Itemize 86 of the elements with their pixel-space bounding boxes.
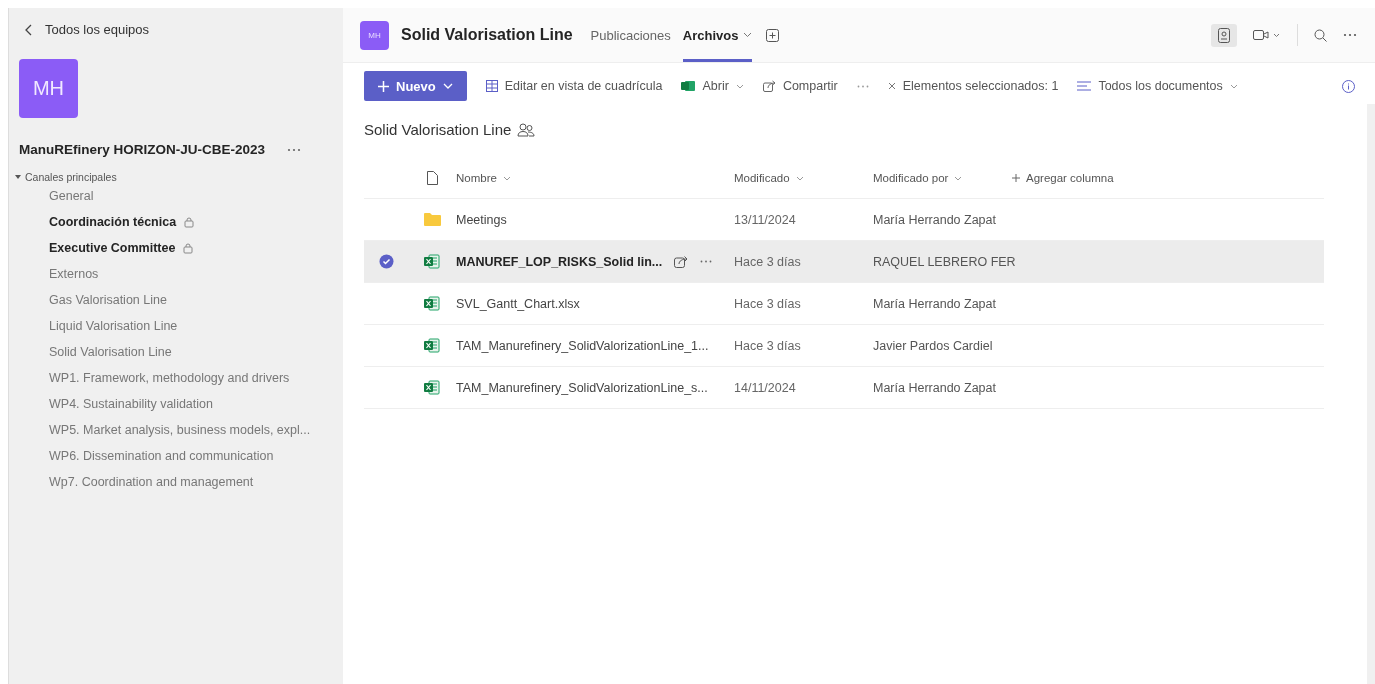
- tab[interactable]: Archivos: [682, 8, 753, 62]
- channel-item[interactable]: Gas Valorisation Line: [49, 287, 167, 313]
- modified-by: Javier Pardos Cardiel: [873, 338, 993, 353]
- file-name[interactable]: SVL_Gantt_Chart.xlsx: [456, 296, 580, 311]
- plus-icon: [378, 80, 389, 92]
- share-button[interactable]: Compartir: [762, 79, 838, 93]
- grid-edit-button[interactable]: Editar en vista de cuadrícula: [485, 79, 663, 93]
- chevron-left-icon: [25, 23, 33, 36]
- chevron-down-icon: [795, 175, 804, 181]
- column-header[interactable]: Modificado por: [873, 172, 1012, 184]
- chevron-down-icon: [442, 83, 453, 89]
- channel-item[interactable]: WP1. Framework, methodology and drivers: [49, 365, 290, 391]
- add-column-button[interactable]: Agregar columna: [1012, 172, 1114, 184]
- chevron-down-icon: [1229, 83, 1238, 89]
- modified-date: 13/11/2024: [734, 212, 797, 227]
- channel-avatar: MH: [360, 20, 389, 50]
- channel-item[interactable]: WP6. Dissemination and communication: [49, 443, 274, 469]
- column-header[interactable]: Nombre: [456, 172, 734, 184]
- file-name[interactable]: Meetings: [456, 212, 507, 227]
- chevron-down-icon: [735, 83, 744, 89]
- info-icon[interactable]: [1342, 79, 1355, 93]
- modified-date: Hace 3 días: [734, 338, 802, 353]
- lock-icon: [184, 216, 195, 228]
- file-name[interactable]: TAM_Manurefinery_SolidValorizationLine_1...: [456, 338, 709, 353]
- chevron-down-icon: [502, 175, 511, 181]
- video-camera-icon[interactable]: [1253, 29, 1281, 41]
- channel-item[interactable]: Wp7. Coordination and management: [49, 469, 254, 495]
- share-icon[interactable]: [674, 255, 689, 268]
- folder-icon: [423, 213, 441, 226]
- file-name[interactable]: TAM_Manurefinery_SolidValorizationLine_s...: [456, 380, 708, 395]
- chevron-down-icon: [954, 175, 963, 181]
- modified-by: María Herrando Zapat: [873, 212, 996, 227]
- caret-icon: [15, 174, 21, 180]
- open-button[interactable]: Abrir: [681, 79, 744, 93]
- grid-icon: [485, 80, 498, 92]
- spreadsheet-file-icon: [424, 296, 440, 311]
- file-name[interactable]: MANUREF_LOP_RISKS_Solid lin...: [456, 254, 663, 269]
- share-icon: [762, 80, 776, 92]
- search-icon[interactable]: [1314, 28, 1327, 42]
- more-options-icon[interactable]: [287, 147, 302, 152]
- channel-item[interactable]: Externos: [49, 261, 99, 287]
- team-name: ManuREfinery HORIZON-JU-CBE-2023: [19, 142, 266, 157]
- back-link[interactable]: Todos los equipos: [25, 22, 150, 37]
- team-avatar: MH: [19, 59, 78, 118]
- file-row[interactable]: TAM_Manurefinery_SolidValorizationLine_s... 14/11/2024 María Herrando Zapat: [364, 367, 1324, 409]
- tab[interactable]: Publicaciones: [590, 8, 671, 62]
- spreadsheet-file-icon: [424, 338, 440, 353]
- column-header[interactable]: Modificado: [734, 172, 873, 184]
- plus-icon: [1012, 174, 1020, 182]
- channel-title: Solid Valorisation Line: [401, 26, 573, 44]
- channel-item[interactable]: Liquid Valorisation Line: [49, 313, 178, 339]
- list-icon: [1077, 81, 1092, 91]
- lock-icon: [183, 242, 194, 254]
- selection-count-button[interactable]: Elementos seleccionados: 1: [887, 79, 1059, 93]
- library-title: Solid Valorisation Line: [364, 121, 512, 138]
- channel-item[interactable]: Executive Committee: [49, 235, 194, 261]
- channel-section[interactable]: Canales principales: [15, 171, 117, 183]
- chevron-down-icon: [743, 32, 753, 38]
- close-icon: [887, 82, 896, 90]
- spreadsheet-file-icon: [424, 380, 440, 395]
- modified-date: 14/11/2024: [734, 380, 797, 395]
- people-icon: [517, 122, 536, 137]
- modified-by: María Herrando Zapat: [873, 296, 996, 311]
- modified-date: Hace 3 días: [734, 254, 802, 269]
- spreadsheet-file-icon: [424, 254, 440, 269]
- modified-by: María Herrando Zapat: [873, 380, 996, 395]
- channel-item[interactable]: General: [49, 183, 94, 209]
- modified-by: RAQUEL LEBRERO FER: [873, 254, 1016, 269]
- more-options-icon[interactable]: [1343, 33, 1357, 37]
- modified-date: Hace 3 días: [734, 296, 802, 311]
- channel-item[interactable]: WP5. Market analysis, business models, expl...: [49, 417, 311, 443]
- file-type-icon: [426, 171, 438, 185]
- contact-card-icon[interactable]: [1211, 23, 1237, 47]
- file-row[interactable]: TAM_Manurefinery_SolidValorizationLine_1... Hace 3 días Javier Pardos Cardiel: [364, 325, 1324, 367]
- more-options-icon[interactable]: [700, 260, 713, 263]
- channel-item[interactable]: Solid Valorisation Line: [49, 339, 172, 365]
- add-tab-icon[interactable]: [766, 28, 780, 42]
- channel-item[interactable]: Coordinación técnica: [49, 209, 195, 235]
- more-options-icon[interactable]: [856, 84, 869, 88]
- channel-item[interactable]: WP4. Sustainability validation: [49, 391, 213, 417]
- file-row[interactable]: SVL_Gantt_Chart.xlsx Hace 3 días María Herrando Zapat: [364, 283, 1324, 325]
- spreadsheet-app-icon: [681, 80, 696, 92]
- check-circle-icon[interactable]: [378, 254, 394, 269]
- new-button[interactable]: Nuevo: [364, 71, 467, 101]
- view-selector[interactable]: Todos los documentos: [1077, 79, 1238, 93]
- file-row[interactable]: MANUREF_LOP_RISKS_Solid lin... Hace 3 días RAQUEL LEBRERO FER: [364, 241, 1324, 283]
